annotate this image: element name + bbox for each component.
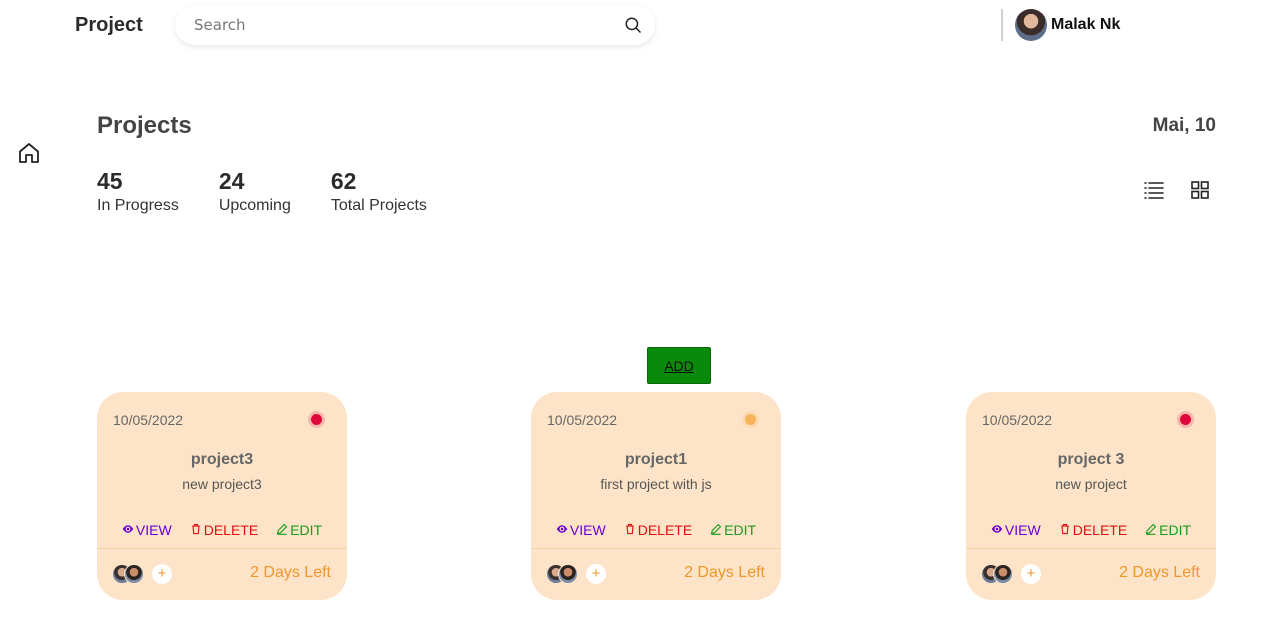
stat-total-projects: 62 Total Projects	[331, 168, 427, 215]
card-description: first project with js	[600, 476, 712, 492]
delete-button[interactable]: DELETE	[1059, 522, 1127, 538]
search-bar	[175, 5, 655, 45]
stat-upcoming: 24 Upcoming	[219, 168, 291, 215]
card-actions: VIEW DELETE EDIT	[966, 522, 1216, 538]
stat-value: 62	[330, 168, 357, 194]
card-title: project 3	[1057, 451, 1125, 468]
card-divider	[97, 548, 347, 549]
user-name: Malak Nk	[1051, 16, 1121, 33]
pencil-icon	[276, 522, 288, 538]
plus-icon[interactable]: +	[1021, 564, 1041, 584]
edit-label: EDIT	[290, 522, 323, 538]
view-button[interactable]: VIEW	[556, 522, 606, 538]
stat-value: 45	[97, 168, 123, 194]
home-icon[interactable]	[17, 141, 41, 165]
edit-label: EDIT	[724, 522, 757, 538]
team-avatars: +	[546, 564, 606, 584]
eye-icon	[991, 522, 1003, 538]
page-title: Projects	[97, 112, 192, 139]
delete-button[interactable]: DELETE	[190, 522, 258, 538]
edit-button[interactable]: EDIT	[1145, 522, 1191, 538]
trash-icon	[190, 522, 202, 538]
add-button[interactable]: ADD	[647, 347, 711, 384]
days-left: 2 Days Left	[684, 564, 765, 581]
stat-value: 24	[218, 168, 245, 194]
view-button[interactable]: VIEW	[122, 522, 172, 538]
days-left: 2 Days Left	[250, 564, 331, 581]
view-label: VIEW	[135, 522, 172, 538]
team-avatars: +	[981, 564, 1041, 584]
stat-in-progress: 45 In Progress	[97, 168, 179, 215]
avatar	[124, 564, 144, 584]
card-date: 10/05/2022	[982, 412, 1053, 428]
view-label: VIEW	[569, 522, 606, 538]
delete-button[interactable]: DELETE	[624, 522, 692, 538]
project-card: 10/05/2022 project 3 new project VIEW DE…	[966, 392, 1216, 600]
avatar	[993, 564, 1013, 584]
status-dot	[1180, 414, 1191, 425]
view-button[interactable]: VIEW	[991, 522, 1041, 538]
team-avatars: +	[112, 564, 172, 584]
days-left: 2 Days Left	[1119, 564, 1200, 581]
status-dot	[311, 414, 322, 425]
stat-label: Total Projects	[330, 197, 427, 214]
search-icon[interactable]	[623, 15, 643, 35]
edit-button[interactable]: EDIT	[276, 522, 322, 538]
card-date: 10/05/2022	[547, 412, 618, 428]
trash-icon	[624, 522, 636, 538]
edit-label: EDIT	[1159, 522, 1192, 538]
card-date: 10/05/2022	[113, 412, 184, 428]
trash-icon	[1059, 522, 1071, 538]
project-card: 10/05/2022 project1 first project with j…	[531, 392, 781, 600]
pencil-icon	[1145, 522, 1157, 538]
card-title: project3	[190, 451, 254, 468]
app-title: Project	[75, 14, 143, 36]
card-description: new project3	[182, 476, 262, 492]
card-actions: VIEW DELETE EDIT	[531, 522, 781, 538]
view-toggles	[1143, 179, 1211, 201]
plus-icon[interactable]: +	[586, 564, 606, 584]
project-card: 10/05/2022 project3 new project3 VIEW DE…	[97, 392, 347, 600]
stat-label: Upcoming	[218, 197, 291, 214]
eye-icon	[122, 522, 134, 538]
user-profile[interactable]: Malak Nk	[1015, 9, 1120, 41]
delete-label: DELETE	[637, 522, 693, 538]
card-divider	[966, 548, 1216, 549]
card-actions: VIEW DELETE EDIT	[97, 522, 347, 538]
avatar	[558, 564, 578, 584]
grid-view-icon[interactable]	[1189, 179, 1211, 201]
card-title: project1	[624, 451, 688, 468]
delete-label: DELETE	[203, 522, 259, 538]
edit-button[interactable]: EDIT	[710, 522, 756, 538]
search-input[interactable]	[194, 16, 623, 34]
stat-label: In Progress	[97, 197, 179, 214]
avatar[interactable]	[1015, 9, 1047, 41]
delete-label: DELETE	[1072, 522, 1128, 538]
plus-icon[interactable]: +	[152, 564, 172, 584]
view-label: VIEW	[1004, 522, 1041, 538]
card-description: new project	[1055, 476, 1127, 492]
header-divider	[1001, 9, 1003, 41]
status-dot	[745, 414, 756, 425]
card-divider	[531, 548, 781, 549]
current-date: Mai, 10	[1152, 115, 1216, 136]
list-view-icon[interactable]	[1143, 179, 1165, 201]
stats-row: 45 In Progress 24 Upcoming 62 Total Proj…	[97, 168, 467, 215]
pencil-icon	[710, 522, 722, 538]
eye-icon	[556, 522, 568, 538]
